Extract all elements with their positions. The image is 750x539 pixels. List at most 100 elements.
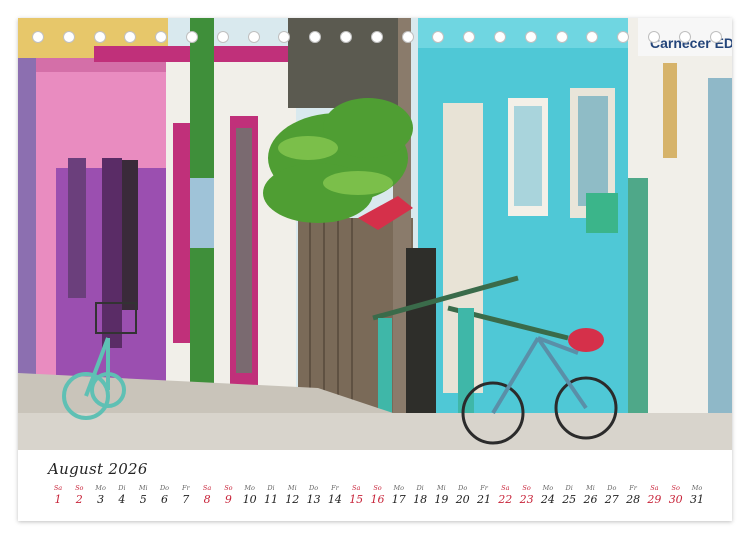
binding-hole bbox=[370, 31, 383, 43]
day-number: 5 bbox=[139, 493, 147, 506]
weekday-label: Mi bbox=[586, 484, 595, 492]
weekday-label: Di bbox=[565, 484, 573, 492]
day-number: 18 bbox=[413, 493, 428, 506]
calendar-day: Mi 19 bbox=[431, 484, 451, 507]
calendar-day: So 23 bbox=[517, 484, 537, 507]
binding-hole bbox=[432, 31, 445, 43]
binding-hole bbox=[586, 31, 599, 43]
day-number: 2 bbox=[75, 493, 83, 506]
weekday-label: So bbox=[373, 484, 382, 492]
binding-hole bbox=[155, 31, 168, 43]
day-number: 10 bbox=[242, 493, 257, 506]
binding-hole bbox=[62, 31, 75, 43]
calendar-day: So 9 bbox=[218, 484, 238, 507]
binding-hole bbox=[617, 31, 630, 43]
calendar-day: Fr 28 bbox=[623, 484, 643, 507]
month-title: August 2026 bbox=[48, 460, 148, 478]
day-number: 29 bbox=[647, 493, 662, 506]
weekday-label: Do bbox=[607, 484, 617, 492]
weekday-label: Di bbox=[416, 484, 424, 492]
calendar-day: Mi 5 bbox=[133, 484, 153, 507]
weekday-label: Di bbox=[118, 484, 126, 492]
calendar-day: Sa 29 bbox=[644, 484, 664, 507]
weekday-label: Mo bbox=[393, 484, 405, 492]
calendar-day: Mi 26 bbox=[581, 484, 601, 507]
day-number: 14 bbox=[327, 493, 342, 506]
binding-holes bbox=[18, 31, 732, 45]
calendar-day: Sa 8 bbox=[197, 484, 217, 507]
binding-hole bbox=[124, 31, 137, 43]
calendar-day: Mo 17 bbox=[389, 484, 409, 507]
street-photo: Carnecer EDGE bbox=[18, 18, 732, 450]
day-number: 6 bbox=[161, 493, 168, 506]
binding-hole bbox=[32, 31, 44, 43]
weekday-label: Mi bbox=[437, 484, 446, 492]
weekday-label: Do bbox=[458, 484, 468, 492]
calendar-day: Di 18 bbox=[410, 484, 430, 507]
calendar-day: Mo 31 bbox=[687, 484, 707, 507]
day-number: 17 bbox=[391, 493, 406, 506]
day-number: 30 bbox=[668, 493, 683, 506]
binding-hole bbox=[401, 31, 414, 43]
day-number: 25 bbox=[562, 493, 577, 506]
weekday-label: Mo bbox=[244, 484, 255, 492]
binding-hole bbox=[278, 31, 291, 43]
calendar-day: Do 27 bbox=[602, 484, 622, 507]
weekday-label: Di bbox=[267, 484, 275, 492]
street-scene-illustration: Carnecer EDGE bbox=[18, 18, 732, 450]
weekday-label: So bbox=[75, 484, 84, 492]
weekday-label: Mo bbox=[95, 484, 106, 492]
weekday-label: Sa bbox=[352, 484, 361, 492]
calendar-day: Fr 7 bbox=[176, 484, 196, 507]
weekday-label: Mi bbox=[138, 484, 148, 492]
calendar-day: Mo 3 bbox=[91, 484, 111, 507]
calendar-day: Mo 24 bbox=[538, 484, 558, 507]
binding-hole bbox=[186, 31, 198, 43]
day-number: 21 bbox=[477, 493, 491, 506]
calendar-day: Do 13 bbox=[304, 484, 324, 507]
day-number: 7 bbox=[182, 493, 190, 506]
weekday-label: Sa bbox=[650, 484, 659, 492]
day-row: Sa 1 So 2 Mo 3 Di 4 Mi 5 Do 6 Fr 7 Sa 8 So 9 Mo 10 Di 11 Mi 12 D… bbox=[48, 484, 718, 514]
binding-hole bbox=[340, 31, 352, 43]
calendar-page: Carnecer EDGE bbox=[18, 18, 732, 521]
calendar-day: Di 25 bbox=[559, 484, 579, 507]
weekday-label: So bbox=[671, 484, 680, 492]
binding-hole bbox=[524, 31, 537, 43]
day-number: 16 bbox=[370, 493, 385, 506]
day-number: 31 bbox=[690, 493, 704, 506]
day-number: 13 bbox=[306, 493, 321, 506]
weekday-label: Sa bbox=[501, 484, 510, 492]
binding-hole bbox=[555, 31, 568, 43]
binding-hole bbox=[309, 31, 322, 43]
calendar-day: Mi 12 bbox=[282, 484, 302, 507]
day-number: 3 bbox=[97, 493, 105, 506]
calendar-day: Di 11 bbox=[261, 484, 281, 507]
day-number: 27 bbox=[604, 493, 619, 506]
day-number: 19 bbox=[434, 493, 449, 506]
day-number: 15 bbox=[349, 493, 364, 506]
day-number: 1 bbox=[54, 493, 62, 506]
binding-hole bbox=[678, 31, 691, 43]
weekday-label: Fr bbox=[480, 484, 488, 492]
weekday-label: Mo bbox=[691, 484, 703, 492]
day-number: 28 bbox=[626, 493, 641, 506]
binding-hole bbox=[247, 31, 260, 43]
weekday-label: Mo bbox=[542, 484, 554, 492]
day-number: 4 bbox=[118, 493, 126, 506]
calendar-day: Do 6 bbox=[155, 484, 175, 507]
day-number: 22 bbox=[498, 493, 513, 506]
calendar-day: Fr 14 bbox=[325, 484, 345, 507]
day-number: 26 bbox=[583, 493, 598, 506]
weekday-label: So bbox=[224, 484, 233, 492]
calendar-day: So 16 bbox=[368, 484, 388, 507]
day-number: 23 bbox=[519, 493, 534, 506]
binding-hole bbox=[216, 31, 229, 43]
day-number: 24 bbox=[540, 493, 555, 506]
weekday-label: Sa bbox=[202, 484, 212, 492]
binding-hole bbox=[709, 31, 722, 43]
calendar-strip: August 2026 Sa 1 So 2 Mo 3 Di 4 Mi 5 Do 6 Fr 7 Sa 8 So 9 M… bbox=[18, 450, 732, 521]
weekday-label: Do bbox=[159, 484, 170, 492]
calendar-day: Fr 21 bbox=[474, 484, 494, 507]
binding-hole bbox=[463, 31, 476, 43]
